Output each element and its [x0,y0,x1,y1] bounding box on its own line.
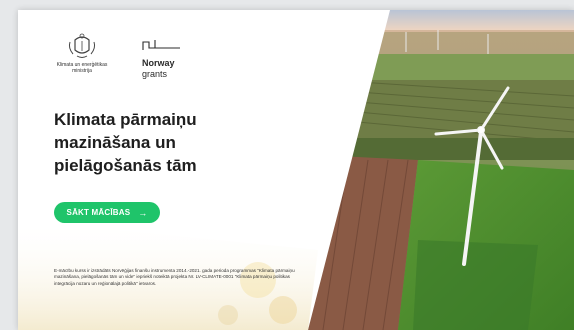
title-line-2: mazināšana un [54,133,176,152]
grants-label: grants [142,69,168,79]
title-line-1: Klimata pārmaiņu [54,110,197,129]
ministry-logo: Klimata un enerģētikas ministrija [50,32,114,74]
arrow-right-icon: → [138,207,148,218]
start-button-label: SĀKT MĀCĪBAS [66,208,131,217]
page-title: Klimata pārmaiņu mazināšana un pielāgoša… [54,108,284,177]
norway-grants-icon [142,40,180,50]
norway-grants-logo: Norway grants [142,38,202,80]
coat-of-arms-icon [68,33,96,58]
norway-label: Norway [142,58,175,68]
start-learning-button[interactable]: SĀKT MĀCĪBAS → [54,202,160,223]
landing-card: Klimata un enerģētikas ministrija Norway… [18,10,574,330]
ministry-name: Klimata un enerģētikas ministrija [56,62,108,74]
footnote-text: E-mācību kurss ir izstrādāts Norvēģijas … [54,268,295,286]
title-line-3: pielāgošanās tām [54,156,197,175]
